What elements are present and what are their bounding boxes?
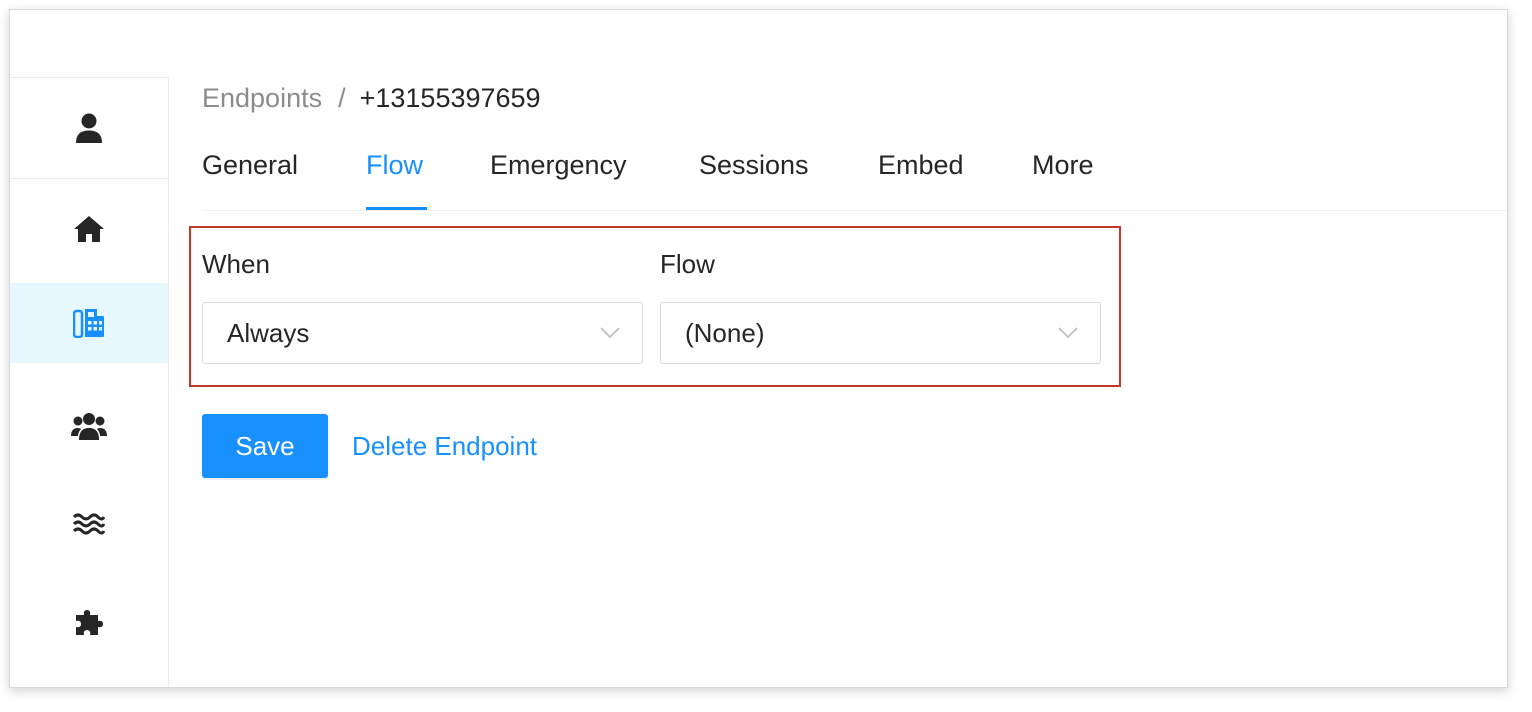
breadcrumb-current: +13155397659 xyxy=(359,83,541,113)
chevron-down-icon xyxy=(600,326,620,344)
tab-flow[interactable]: Flow xyxy=(366,148,423,182)
when-select[interactable]: Always xyxy=(202,302,643,364)
main-content: Endpoints / +13155397659 General Flow Emer… xyxy=(189,10,1507,687)
when-label: When xyxy=(202,249,270,279)
puzzle-piece-icon xyxy=(74,607,104,637)
tab-sessions[interactable]: Sessions xyxy=(699,148,809,182)
tab-more[interactable]: More xyxy=(1032,148,1094,182)
user-icon xyxy=(75,113,103,143)
tab-bar: General Flow Emergency Sessions Embed Mo… xyxy=(202,140,1507,211)
sidebar-item-integrations[interactable] xyxy=(10,574,168,670)
sidebar-item-home[interactable] xyxy=(10,181,168,277)
breadcrumb: Endpoints / +13155397659 xyxy=(202,81,541,115)
sidebar-item-endpoints[interactable] xyxy=(10,283,168,363)
sidebar-divider xyxy=(10,178,168,179)
flow-select[interactable]: (None) xyxy=(660,302,1101,364)
active-tab-indicator xyxy=(366,207,427,210)
tab-emergency[interactable]: Emergency xyxy=(490,148,627,182)
breadcrumb-separator: / xyxy=(338,83,346,113)
chevron-down-icon xyxy=(1058,326,1078,344)
sidebar-nav xyxy=(10,77,169,687)
phone-fax-icon xyxy=(73,308,105,338)
sidebar-item-streams[interactable] xyxy=(10,476,168,572)
sidebar-item-users[interactable] xyxy=(10,378,168,474)
save-button[interactable]: Save xyxy=(202,414,328,478)
breadcrumb-parent-link[interactable]: Endpoints xyxy=(202,83,322,113)
delete-endpoint-button[interactable]: Delete Endpoint xyxy=(352,430,537,462)
flow-select-value: (None) xyxy=(685,318,765,348)
water-waves-icon xyxy=(73,512,105,536)
users-group-icon xyxy=(71,411,107,441)
when-select-value: Always xyxy=(227,318,310,348)
sidebar-item-profile[interactable] xyxy=(10,78,168,178)
app-window: Endpoints / +13155397659 General Flow Emer… xyxy=(9,9,1508,688)
tab-embed[interactable]: Embed xyxy=(878,148,964,182)
home-icon xyxy=(73,215,105,243)
flow-label: Flow xyxy=(660,249,715,279)
tab-general[interactable]: General xyxy=(202,148,298,182)
